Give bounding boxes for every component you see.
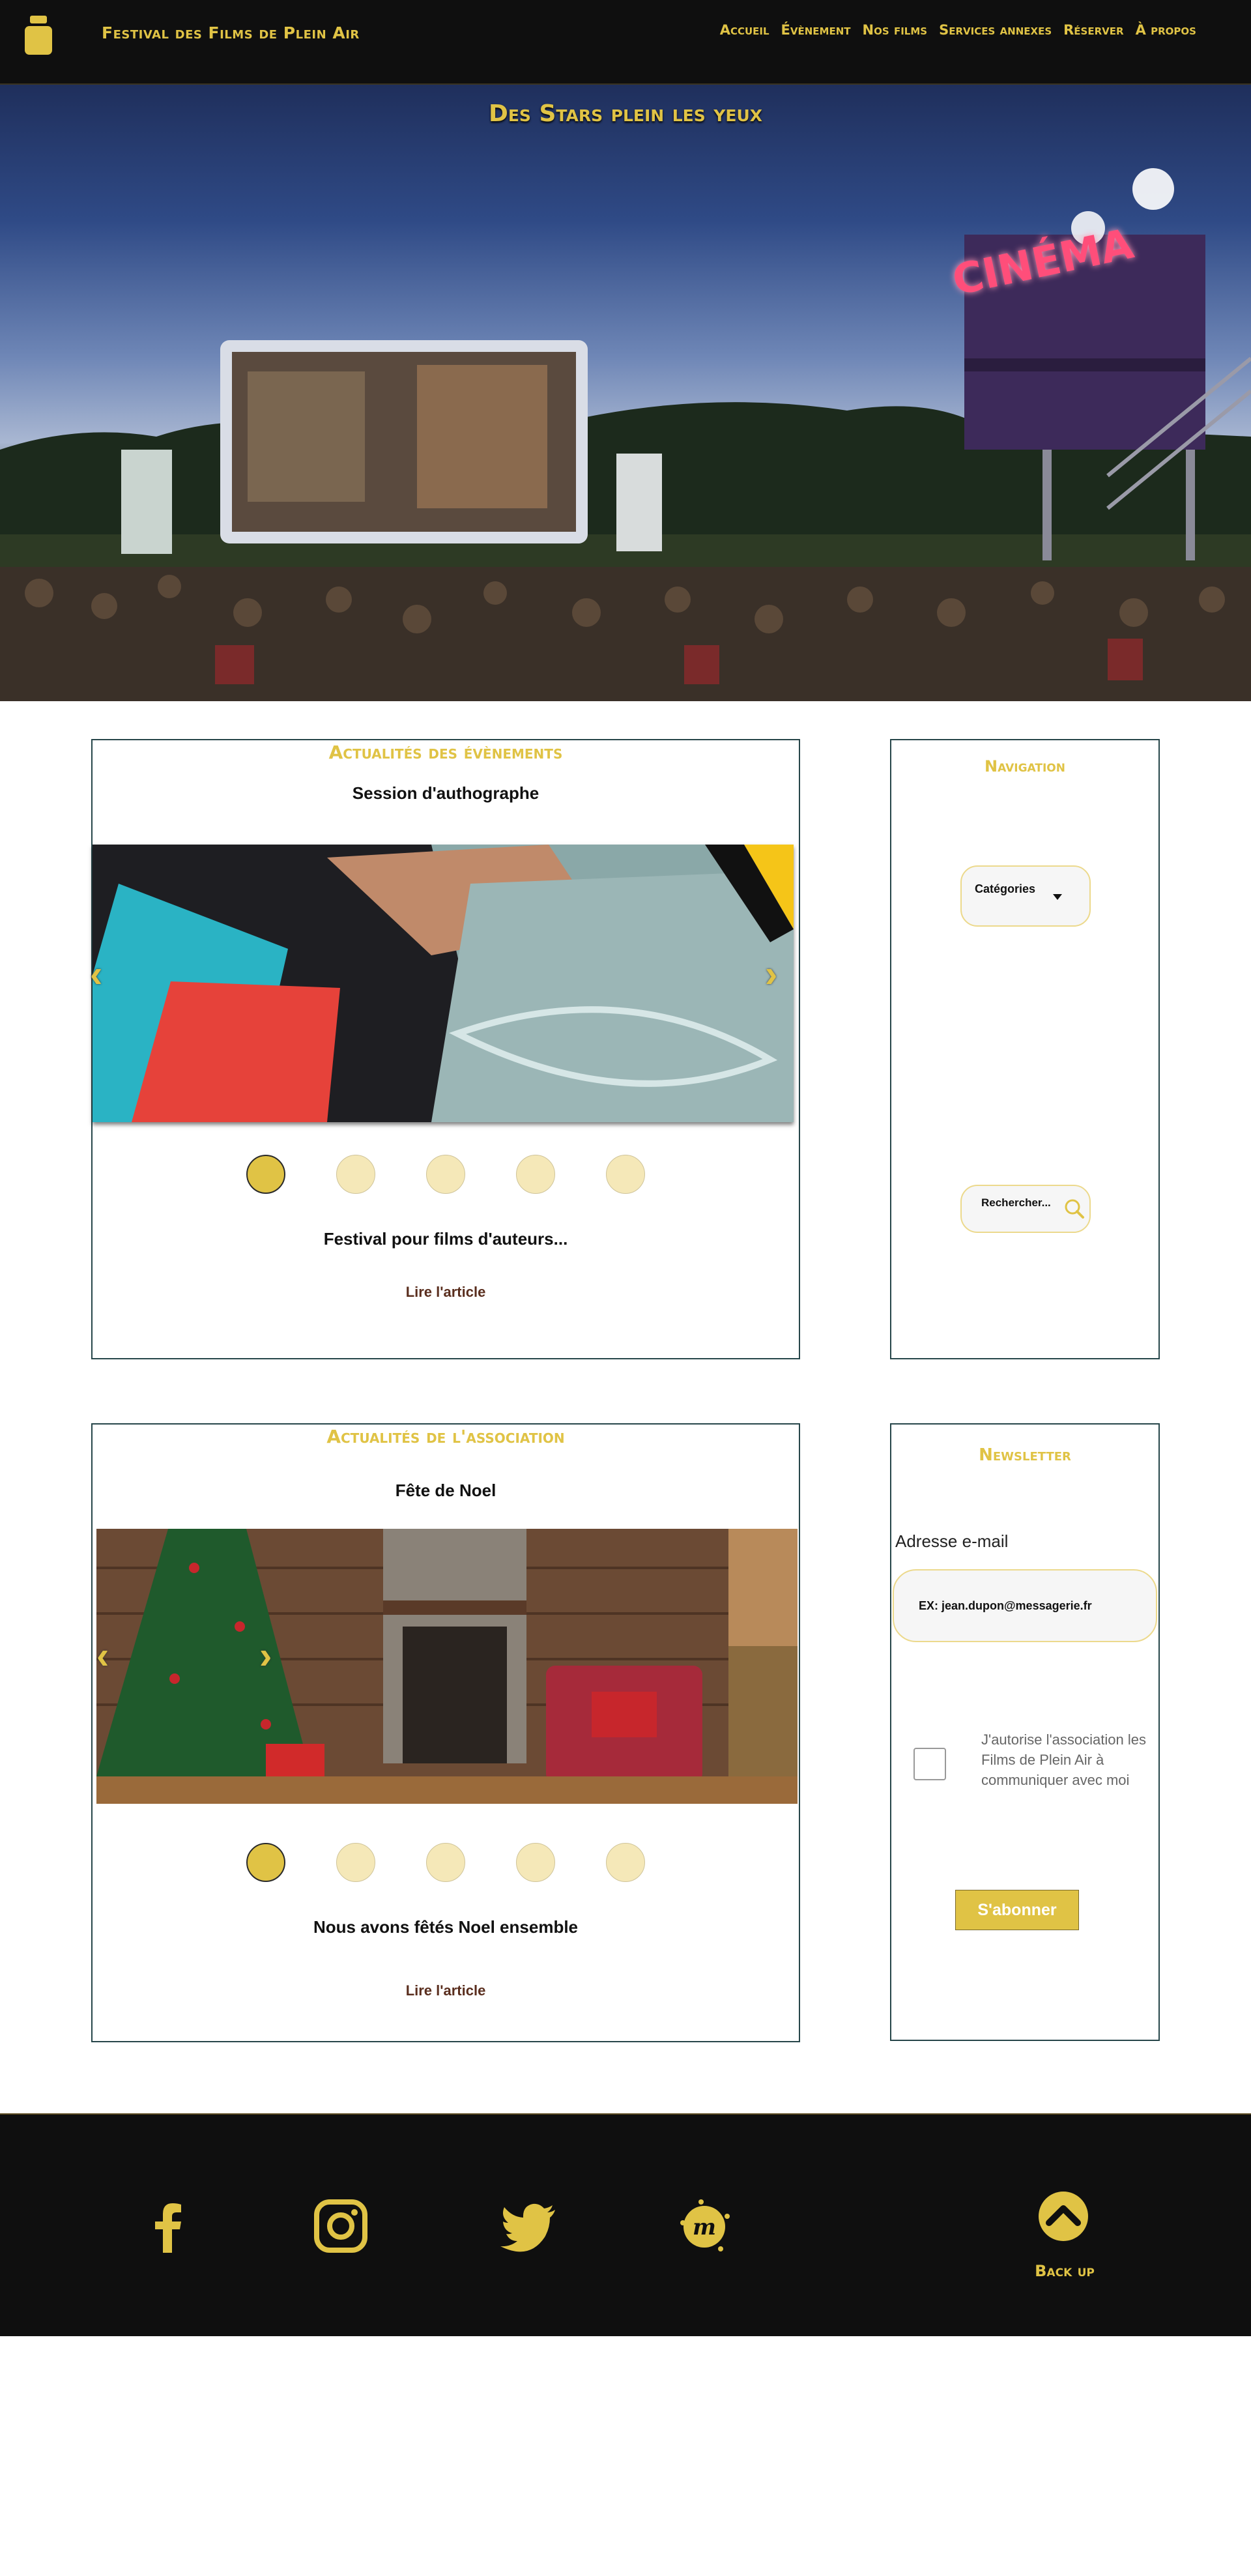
email-field[interactable]: EX: jean.dupon@messagerie.fr bbox=[893, 1569, 1157, 1642]
svg-text:m: m bbox=[693, 2214, 716, 2240]
nav-a-propos[interactable]: À propos bbox=[1136, 22, 1196, 38]
categories-dropdown[interactable]: Catégories bbox=[960, 865, 1091, 927]
consent-checkbox[interactable] bbox=[913, 1748, 946, 1780]
events-panel: Actualités des évènements Session d'auth… bbox=[90, 739, 800, 1359]
hero-title: Des Stars plein les yeux bbox=[488, 100, 763, 127]
association-title: Actualités de l'association bbox=[326, 1426, 565, 1447]
nav-services-annexes[interactable]: Services annexes bbox=[939, 22, 1052, 38]
nav-accueil[interactable]: Accueil bbox=[720, 22, 769, 38]
carousel-dot[interactable] bbox=[246, 1843, 285, 1882]
subscribe-button[interactable]: S'abonner bbox=[955, 1890, 1079, 1930]
newsletter-panel: Newsletter Adresse e-mail EX: jean.dupon… bbox=[890, 1423, 1160, 2041]
association-slide-title: Fête de Noel bbox=[395, 1481, 496, 1500]
hero-banner: CINÉMA Des Stars plein les yeux bbox=[0, 85, 1251, 701]
site-header: Festival des Films de Plein Air Accueil … bbox=[0, 0, 1251, 85]
association-next-arrow[interactable]: › bbox=[259, 1637, 272, 1675]
twitter-icon[interactable] bbox=[499, 2197, 558, 2255]
events-title: Actualités des évènements bbox=[328, 742, 563, 763]
hero-image bbox=[0, 168, 1251, 701]
facebook-icon[interactable] bbox=[139, 2197, 198, 2255]
carousel-dot[interactable] bbox=[426, 1843, 465, 1882]
association-slide-image bbox=[96, 1529, 798, 1804]
main-nav: Accueil Évènement Nos films Services ann… bbox=[720, 22, 1196, 38]
consent-text: J'autorise l'association les Films de Pl… bbox=[981, 1731, 1146, 1788]
popcorn-logo-icon[interactable] bbox=[23, 14, 53, 56]
back-up-arrow-icon[interactable] bbox=[1032, 2185, 1095, 2248]
association-caption: Nous avons fêtés Noel ensemble bbox=[313, 1917, 579, 1937]
site-footer: m Back up bbox=[0, 2113, 1251, 2336]
nav-nos-films[interactable]: Nos films bbox=[863, 22, 928, 38]
email-input[interactable]: EX: jean.dupon@messagerie.fr bbox=[919, 1599, 1092, 1613]
navigation-title: Navigation bbox=[985, 757, 1065, 775]
navigation-panel: Navigation Catégories Rechercher... bbox=[890, 739, 1160, 1359]
newsletter-title: Newsletter bbox=[979, 1445, 1071, 1465]
carousel-dot[interactable] bbox=[606, 1843, 645, 1882]
events-next-arrow[interactable]: › bbox=[765, 955, 777, 993]
events-caption: Festival pour films d'auteurs... bbox=[323, 1229, 568, 1249]
carousel-dot[interactable] bbox=[516, 1155, 555, 1194]
nav-reserver[interactable]: Réserver bbox=[1063, 22, 1123, 38]
site-title[interactable]: Festival des Films de Plein Air bbox=[102, 23, 360, 42]
meetup-icon[interactable]: m bbox=[675, 2197, 734, 2255]
carousel-dot[interactable] bbox=[246, 1155, 285, 1194]
association-prev-arrow[interactable]: ‹ bbox=[96, 1637, 109, 1675]
association-read-more-link[interactable]: Lire l'article bbox=[93, 1982, 799, 1999]
carousel-dot[interactable] bbox=[336, 1155, 375, 1194]
carousel-dot[interactable] bbox=[426, 1155, 465, 1194]
search-icon[interactable] bbox=[1063, 1198, 1086, 1220]
events-read-more-link[interactable]: Lire l'article bbox=[93, 1284, 799, 1301]
carousel-dot[interactable] bbox=[336, 1843, 375, 1882]
nav-evenement[interactable]: Évènement bbox=[781, 22, 851, 38]
events-prev-arrow[interactable]: ‹ bbox=[90, 955, 102, 993]
search-field[interactable]: Rechercher... bbox=[960, 1185, 1091, 1233]
carousel-dot[interactable] bbox=[606, 1155, 645, 1194]
chevron-down-icon bbox=[1053, 894, 1062, 900]
back-up-label[interactable]: Back up bbox=[1016, 2262, 1113, 2280]
events-slide-image bbox=[93, 845, 794, 1122]
carousel-dot[interactable] bbox=[516, 1843, 555, 1882]
events-slide-title: Session d'authographe bbox=[352, 783, 539, 803]
events-carousel-dots bbox=[93, 1155, 799, 1194]
instagram-icon[interactable] bbox=[311, 2197, 370, 2255]
categories-label: Catégories bbox=[975, 882, 1036, 895]
email-label: Adresse e-mail bbox=[895, 1531, 1009, 1551]
association-carousel-dots bbox=[93, 1843, 799, 1882]
search-input[interactable]: Rechercher... bbox=[981, 1196, 1051, 1209]
association-panel: Actualités de l'association Fête de Noel… bbox=[91, 1423, 800, 2042]
